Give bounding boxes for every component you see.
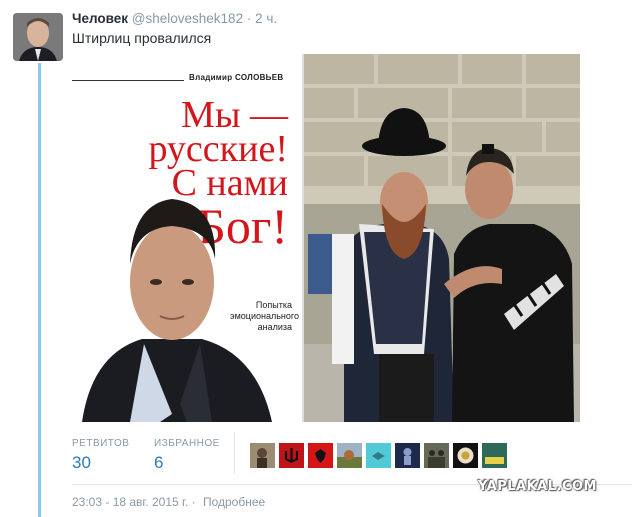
stats-divider [234,432,235,474]
favoriter-avatar[interactable] [424,443,449,468]
book-cover-image: Владимир СОЛОВЬЕВ Мы — русские! С нами Б… [72,54,302,422]
favoriter-avatar[interactable] [366,443,391,468]
tweet-meta: 23:03 - 18 авг. 2015 г. · Подробнее [72,495,265,509]
user-handle[interactable]: @sheloveshek182 [132,11,243,26]
favoriter-avatar[interactable] [279,443,304,468]
tweet-media[interactable]: Владимир СОЛОВЬЕВ Мы — русские! С нами Б… [72,54,580,422]
retweets-label: РЕТВИТОВ [72,438,130,449]
favoriter-avatar[interactable] [395,443,420,468]
tweet-text: Штирлиц провалился [72,30,212,46]
details-link[interactable]: Подробнее [203,495,265,509]
retweets-count[interactable]: 30 [72,453,129,473]
book-subtitle-line2: эмоционального [230,311,299,321]
favorites-label: ИЗБРАННОЕ [154,438,220,449]
book-subtitle-line3: анализа [257,322,292,332]
wall-photo-image [304,54,580,422]
tweet-header: Человек @sheloveshek182 · 2 ч. [72,11,277,26]
tweet-thread-line [38,63,41,517]
watermark: YAPLAKAL.COM [478,479,597,494]
tweet-time[interactable]: 2 ч. [255,11,277,26]
book-subtitle-line1: Попытка [255,300,292,310]
favoriter-avatar[interactable] [453,443,478,468]
meta-separator: · [191,495,196,509]
book-subtitle: Попытка эмоционального анализа [230,300,299,333]
favoriter-avatar[interactable] [250,443,275,468]
favoriter-avatar[interactable] [337,443,362,468]
favorites-count[interactable]: 6 [154,453,220,473]
favoriter-avatar[interactable] [482,443,507,468]
favorite-stat[interactable]: ИЗБРАННОЕ 6 [154,438,220,473]
display-name[interactable]: Человек [72,11,128,26]
header-separator: · [246,11,252,26]
author-portrait [82,199,272,422]
tweet-timestamp[interactable]: 23:03 - 18 авг. 2015 г. [72,495,188,509]
wall-photo [304,54,580,422]
avatar[interactable] [13,13,63,61]
favoriter-avatar[interactable] [308,443,333,468]
retweet-stat[interactable]: РЕТВИТОВ 30 [72,438,129,473]
